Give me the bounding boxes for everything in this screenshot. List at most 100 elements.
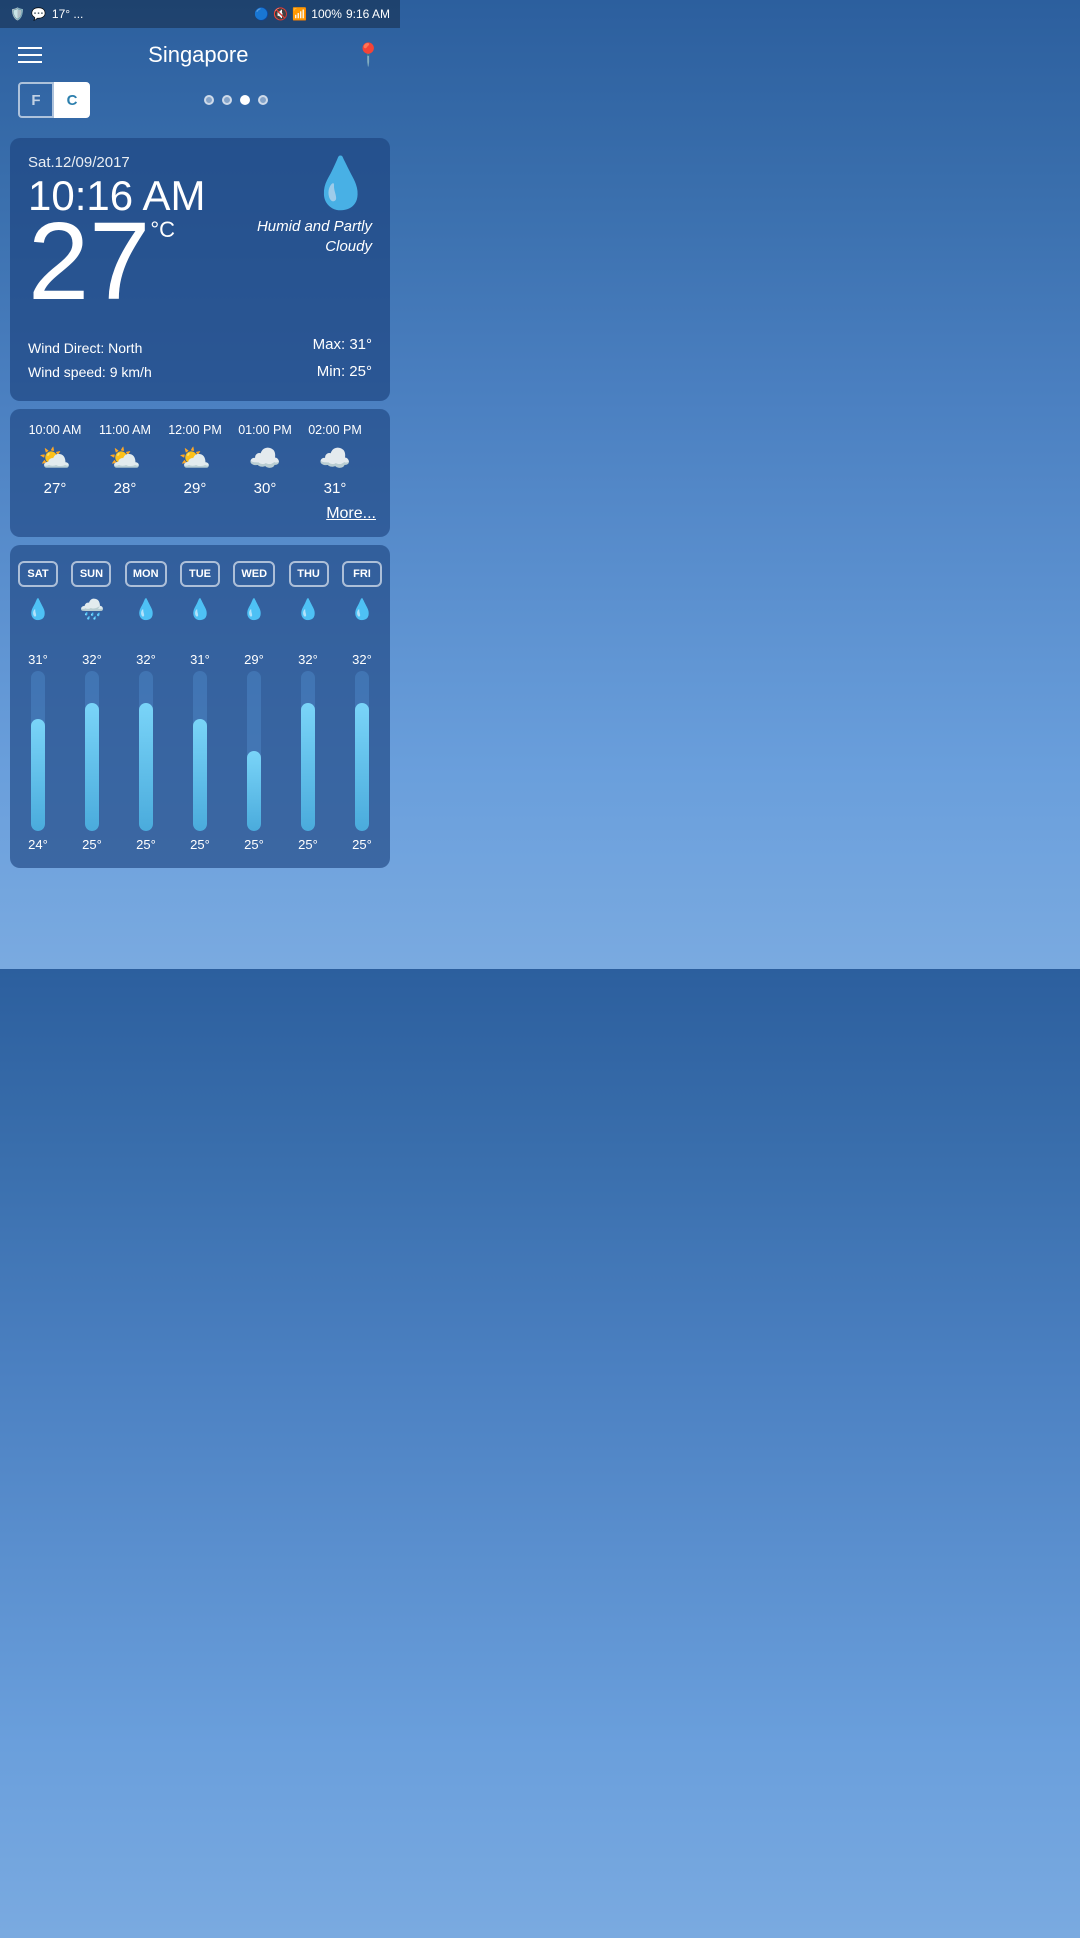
status-bar: 🛡️ 💬 17° ... 🔵 🔇 📶 100% 9:16 AM xyxy=(0,0,400,28)
hourly-icon: ☁️ xyxy=(319,443,351,474)
weekly-icon: 💧 xyxy=(126,597,166,622)
day-button[interactable]: SAT xyxy=(18,561,58,587)
weekly-icon: 💧 xyxy=(18,597,58,622)
bar-outer xyxy=(247,671,261,831)
bar-min-label: 25° xyxy=(190,837,210,852)
bar-fill xyxy=(247,751,261,831)
hourly-temp: 27° xyxy=(44,480,67,497)
hourly-icon: ⛅ xyxy=(39,443,71,474)
unit-switcher: F C xyxy=(18,82,90,118)
hourly-item: 02:00 PM ☁️ 31° xyxy=(300,423,370,497)
hourly-icon: ☁️ xyxy=(249,443,281,474)
bar-fill xyxy=(31,719,45,831)
weekly-icon: 💧 xyxy=(234,597,274,622)
current-date: Sat.12/09/2017 xyxy=(28,154,252,171)
bar-min-label: 25° xyxy=(298,837,318,852)
dot-2 xyxy=(222,95,232,105)
fahrenheit-button[interactable]: F xyxy=(18,82,54,118)
hourly-icon: ⛅ xyxy=(179,443,211,474)
hourly-item: 11:00 AM ⛅ 28° xyxy=(90,423,160,497)
current-temperature: 27 xyxy=(28,207,150,317)
bar-column: 32° 25° xyxy=(342,632,382,852)
bar-max-label: 31° xyxy=(190,652,210,667)
weekly-icons: 💧🌧️💧💧💧💧💧 xyxy=(18,597,382,622)
bar-max-label: 31° xyxy=(28,652,48,667)
day-button[interactable]: TUE xyxy=(180,561,220,587)
hourly-time: 11:00 AM xyxy=(99,423,151,437)
message-icon: 💬 xyxy=(31,7,46,21)
bar-max-label: 32° xyxy=(298,652,318,667)
bar-outer xyxy=(301,671,315,831)
bar-outer xyxy=(85,671,99,831)
hourly-time: 02:00 PM xyxy=(308,423,362,437)
bar-column: 31° 25° xyxy=(180,632,220,852)
bar-max-label: 29° xyxy=(244,652,264,667)
max-temp: Max: 31° xyxy=(313,331,372,358)
hourly-time: 12:00 PM xyxy=(168,423,222,437)
more-button[interactable]: More... xyxy=(10,497,390,527)
volume-icon: 🔇 xyxy=(273,7,288,21)
hourly-item: 12:00 PM ⛅ 29° xyxy=(160,423,230,497)
temp-unit: °C xyxy=(150,217,175,243)
hourly-time: 01:00 PM xyxy=(238,423,292,437)
hourly-row: 10:00 AM ⛅ 27° 11:00 AM ⛅ 28° 12:00 PM ⛅… xyxy=(10,423,390,497)
day-button[interactable]: SUN xyxy=(71,561,111,587)
header: Singapore 📍 xyxy=(0,28,400,82)
dot-3 xyxy=(240,95,250,105)
bar-min-label: 25° xyxy=(136,837,156,852)
bar-max-label: 32° xyxy=(352,652,372,667)
bar-max-label: 32° xyxy=(136,652,156,667)
hourly-icon: ⛅ xyxy=(109,443,141,474)
dot-1 xyxy=(204,95,214,105)
weekly-bars: 31° 24° 32° 25° 32° 25° 31° 25° 29° 25° … xyxy=(18,632,382,852)
hourly-forecast-card: 10:00 AM ⛅ 27° 11:00 AM ⛅ 28° 12:00 PM ⛅… xyxy=(10,409,390,537)
bluetooth-icon: 🔵 xyxy=(254,7,269,21)
weekly-days: SAT SUN MON TUE WED THU FRI xyxy=(18,561,382,587)
hourly-temp: 28° xyxy=(114,480,137,497)
hourly-temp: 30° xyxy=(254,480,277,497)
celsius-button[interactable]: C xyxy=(54,82,90,118)
bar-fill xyxy=(193,719,207,831)
shield-icon: 🛡️ xyxy=(10,7,25,21)
hourly-item: 01:00 PM ☁️ 30° xyxy=(230,423,300,497)
city-title: Singapore xyxy=(148,42,248,68)
weather-drops-icon: 💧 xyxy=(252,154,372,213)
hourly-item: 10:00 AM ⛅ 27° xyxy=(20,423,90,497)
bar-outer xyxy=(193,671,207,831)
current-weather-card: Sat.12/09/2017 10:16 AM 27 °C 💧 Humid an… xyxy=(10,138,390,401)
hourly-temp: 29° xyxy=(184,480,207,497)
weekly-icon: 🌧️ xyxy=(72,597,112,622)
bar-min-label: 24° xyxy=(28,837,48,852)
day-button[interactable]: MON xyxy=(125,561,167,587)
day-button[interactable]: FRI xyxy=(342,561,382,587)
hourly-time: 10:00 AM xyxy=(29,423,82,437)
menu-button[interactable] xyxy=(18,47,42,63)
bar-outer xyxy=(355,671,369,831)
bar-max-label: 32° xyxy=(82,652,102,667)
weather-condition: Humid and Partly Cloudy xyxy=(252,217,372,256)
page-dots xyxy=(90,95,382,105)
bar-fill xyxy=(139,703,153,831)
bar-fill xyxy=(301,703,315,831)
day-button[interactable]: WED xyxy=(233,561,275,587)
location-icon[interactable]: 📍 xyxy=(355,42,382,68)
wind-direction: Wind Direct: North xyxy=(28,337,152,361)
bar-min-label: 25° xyxy=(352,837,372,852)
min-temp: Min: 25° xyxy=(313,358,372,385)
hourly-temp: 31° xyxy=(324,480,347,497)
weekly-icon: 💧 xyxy=(288,597,328,622)
bar-column: 31° 24° xyxy=(18,632,58,852)
day-button[interactable]: THU xyxy=(289,561,329,587)
bar-outer xyxy=(31,671,45,831)
bar-column: 32° 25° xyxy=(288,632,328,852)
weekly-forecast-card: SATSUNMONTUEWEDTHUFRI 💧🌧️💧💧💧💧💧 31° 24° 3… xyxy=(10,545,390,868)
bar-column: 32° 25° xyxy=(126,632,166,852)
bar-column: 32° 25° xyxy=(72,632,112,852)
bar-outer xyxy=(139,671,153,831)
dot-4 xyxy=(258,95,268,105)
wifi-icon: 📶 xyxy=(292,7,307,21)
status-right: 🔵 🔇 📶 100% 9:16 AM xyxy=(254,7,390,21)
bar-fill xyxy=(355,703,369,831)
wind-speed: Wind speed: 9 km/h xyxy=(28,361,152,385)
bar-fill xyxy=(85,703,99,831)
